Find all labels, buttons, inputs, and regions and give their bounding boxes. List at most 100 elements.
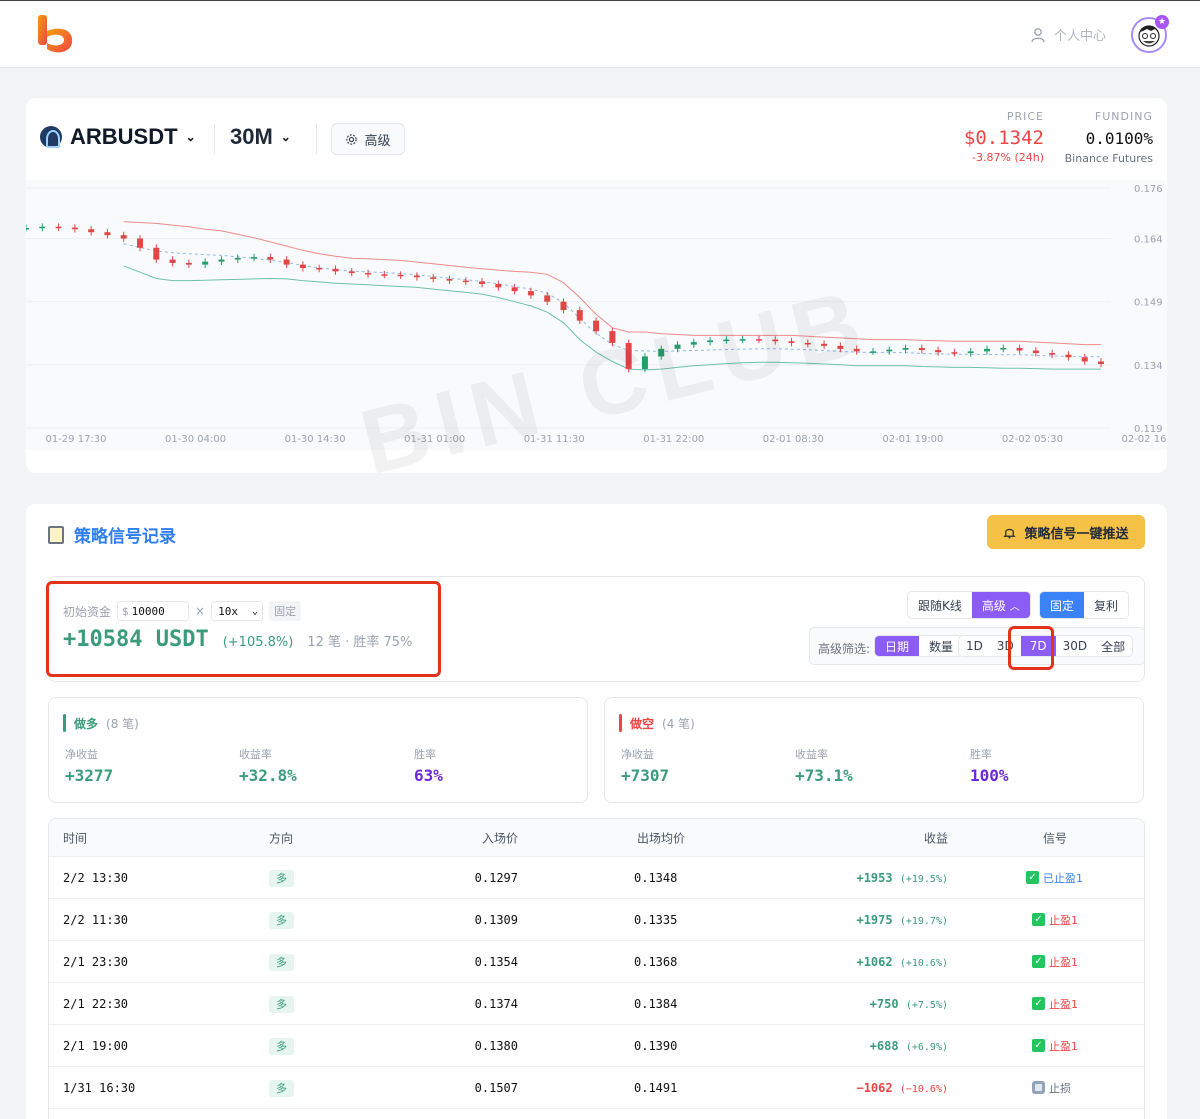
timeframe-selector[interactable]: 30M ⌄: [230, 124, 291, 150]
row-time: 2/2 13:30: [63, 870, 129, 885]
funding-source: Binance Futures: [1064, 152, 1153, 165]
candle-body: [560, 301, 567, 311]
short-return-rate: 收益率 +73.1%: [795, 746, 853, 785]
candle-body: [511, 287, 518, 292]
stat-value: 63%: [414, 766, 443, 785]
chevron-up-icon: ︿: [1009, 601, 1020, 613]
follow-kline-button[interactable]: 跟随K线: [908, 592, 972, 618]
candle-body: [625, 342, 632, 370]
row-direction: 多: [269, 995, 294, 1013]
candle-body: [267, 257, 274, 260]
price-change: -3.87% (24h): [972, 151, 1044, 164]
advanced-mode-button[interactable]: 高级 ︿: [971, 592, 1030, 618]
filter-date-button[interactable]: 日期: [875, 636, 920, 656]
candle-body: [609, 331, 616, 343]
long-label: 做多: [74, 716, 99, 731]
avatar[interactable]: ★: [1131, 15, 1169, 53]
check-icon: ✓: [1032, 1039, 1045, 1052]
fixed-calc-button[interactable]: 固定: [1040, 592, 1085, 618]
chart-svg: 0.1760.1640.1490.1340.11901-29 17:30 01-3…: [23, 184, 1183, 445]
candle-body: [348, 271, 355, 274]
row-exit: 0.1390: [634, 1038, 678, 1053]
col-exit: 出场均价: [637, 831, 686, 845]
row-exit: 0.1335: [634, 912, 678, 927]
stat-value: +32.8%: [239, 766, 297, 785]
push-signals-button[interactable]: 策略信号一键推送: [987, 515, 1145, 549]
candlestick-chart[interactable]: BIN CLUB 0.176 0.164 0.149 0.134 0.119 01-29 …: [23, 180, 1183, 494]
compound-calc-button[interactable]: 复利: [1084, 592, 1128, 618]
x-tick-label: 02-01 08:30: [763, 434, 824, 445]
advanced-settings-button[interactable]: 高级: [331, 123, 405, 155]
table-row[interactable]: 2/2 13:30 多 0.1297 0.1348 +1953 (+19.5%) ✓ 已止盈…: [49, 857, 1144, 899]
candle-body: [88, 229, 95, 233]
candle-body: [55, 226, 62, 229]
candle-body: [381, 274, 388, 276]
gear-icon: [346, 133, 358, 145]
pnl-pct: (+19.5%): [899, 873, 948, 885]
row-signal: ✓ 止盈1: [1032, 996, 1078, 1012]
table-row[interactable]: 2/1 23:30 多 0.1354 0.1368 +1062 (+10.6%) ✓ 止盈1: [49, 941, 1144, 983]
range-all-button[interactable]: 全部: [1094, 636, 1132, 656]
y-tick-label: 0.176: [1134, 184, 1163, 195]
user-center-link[interactable]: 个人中心: [1030, 25, 1106, 44]
candle-body: [788, 341, 795, 343]
direction-tag: 多: [269, 953, 294, 971]
candle-body: [804, 342, 811, 345]
table-row[interactable]: 2/1 22:30 多 0.1374 0.1384 +750 (+7.5%) ✓ 止盈1: [49, 983, 1144, 1025]
range-1d-button[interactable]: 1D: [959, 636, 990, 656]
candle-body: [430, 277, 437, 279]
row-pnl: +1975 (+19.7%): [856, 913, 948, 927]
divider: [316, 124, 317, 154]
stat-value: +3277: [65, 766, 114, 785]
candle-body: [983, 348, 990, 352]
candle-body: [576, 310, 583, 321]
table-row[interactable]: 1/31 16:30 多 0.1507 0.1491 −1062 (−10.6%) 止损: [49, 1067, 1144, 1109]
candle-body: [251, 257, 258, 259]
row-time: 2/1 22:30: [63, 996, 129, 1011]
range-30d-button[interactable]: 30D: [1056, 636, 1095, 656]
pnl-value: +688: [869, 1038, 899, 1053]
pnl-pct: (−10.6%): [899, 1083, 948, 1095]
candle-body: [299, 264, 306, 268]
row-direction: 多: [269, 869, 294, 887]
stat-label: 收益率: [795, 748, 828, 761]
long-win-rate: 胜率 63%: [414, 746, 443, 785]
short-color-bar: [619, 714, 622, 732]
x-tick-label: 01-31 01:00: [404, 434, 465, 445]
candle-body: [169, 259, 176, 263]
candle-body: [1016, 348, 1023, 351]
row-pnl: −1062 (−10.6%): [856, 1081, 948, 1095]
filter-count-button[interactable]: 数量: [919, 636, 963, 656]
direction-tag: 多: [269, 995, 294, 1013]
highlight-box-capital: [46, 581, 441, 677]
pnl-pct: (+10.6%): [899, 957, 948, 969]
short-net-profit: 净收益 +7307: [621, 746, 669, 785]
signal-label: 已止盈1: [1043, 871, 1083, 885]
signal-label: 止盈1: [1049, 955, 1078, 969]
candle-body: [951, 352, 958, 354]
candle-body: [967, 351, 974, 354]
row-signal: ✓ 止盈1: [1032, 954, 1078, 970]
row-entry: 0.1309: [474, 912, 518, 927]
table-row[interactable]: 2/2 11:30 多 0.1309 0.1335 +1975 (+19.7%) ✓ 止盈1: [49, 899, 1144, 941]
brand-logo[interactable]: [36, 13, 76, 57]
candle-body: [1032, 350, 1039, 354]
candle-body: [1000, 348, 1007, 350]
candle-body: [902, 348, 909, 350]
x-tick-label: 01-31 11:30: [524, 434, 585, 445]
signal-label: 止盈1: [1049, 913, 1078, 927]
candle-body: [446, 278, 453, 281]
direction-tag: 多: [269, 869, 294, 887]
symbol-label: ARBUSDT: [70, 124, 178, 149]
price-label: PRICE: [1006, 110, 1044, 123]
avatar-badge: ★: [1155, 15, 1169, 29]
calc-mode-toggle: 固定 复利: [1039, 591, 1130, 619]
table-row[interactable]: 2/1 19:00 多 0.1380 0.1390 +688 (+6.9%) ✓ 止盈1: [49, 1025, 1144, 1067]
clipboard-icon: [48, 525, 64, 544]
check-icon: ✓: [1032, 955, 1045, 968]
candle-body: [593, 320, 600, 332]
highlight-box-7d: [1008, 626, 1054, 670]
row-signal: ✓ 已止盈1: [1026, 870, 1083, 886]
symbol-selector[interactable]: ARBUSDT ⌄: [40, 124, 196, 150]
row-time: 2/1 23:30: [63, 954, 129, 969]
